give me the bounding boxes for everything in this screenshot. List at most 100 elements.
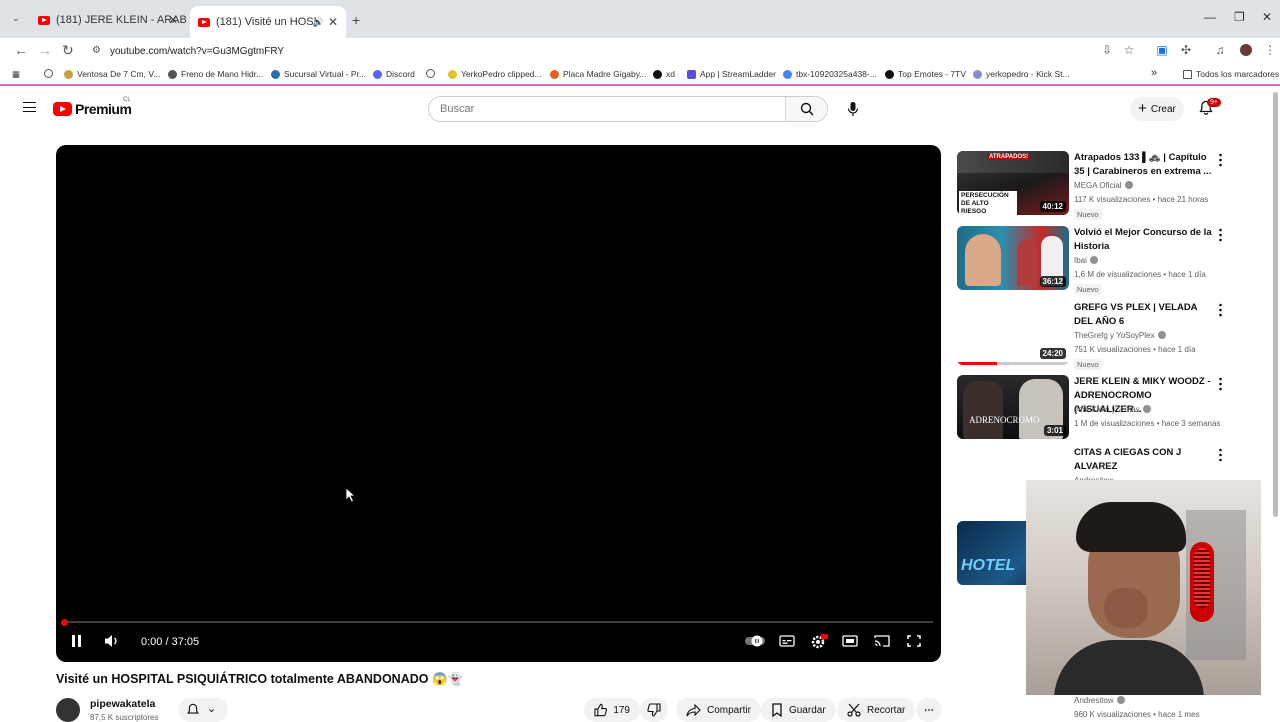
bookmark-item[interactable]: Placa Madre Gigaby... [550,69,646,79]
dislike-button[interactable] [640,698,668,722]
recommendation-channel[interactable]: Jere Klein y 2 más [1074,405,1151,414]
like-button[interactable]: 179 [584,698,640,722]
bookmark-globe-icon[interactable] [44,69,57,78]
page-scrollbar[interactable] [1273,92,1278,532]
notification-count-badge: 9+ [1207,98,1221,107]
profile-avatar-icon[interactable] [1240,44,1252,56]
bookmark-item[interactable]: Freno de Mano Hidr... [168,69,263,79]
more-actions-button[interactable]: ⋯ [916,698,942,722]
video-thumbnail[interactable]: 24:20 [957,301,1069,365]
apps-grid-icon[interactable]: ▦ [12,69,20,80]
new-tab-button[interactable]: + [352,12,360,28]
bookmark-globe-icon[interactable] [426,69,439,78]
youtube-logo-icon [53,102,72,116]
recommendation-item[interactable]: 36:12 Volvió el Mejor Concurso de la His… [957,226,1247,296]
progress-bar[interactable] [61,618,933,626]
search-input[interactable] [429,97,787,121]
channel-avatar[interactable] [56,698,80,722]
close-tab-icon[interactable]: ✕ [328,15,338,29]
recommendation-item[interactable]: 24:20 GREFG VS PLEX | VELADA DEL AÑO 6 T… [957,301,1247,371]
clip-button[interactable]: Recortar [837,698,916,722]
subscription-bell-button[interactable]: ⌄ [178,698,228,722]
theater-mode-icon[interactable] [842,634,858,648]
close-tab-icon[interactable]: ✕ [168,13,178,27]
bookmark-item[interactable]: tbx-10920325a438-... [783,69,877,79]
recommendation-title[interactable]: GREFG VS PLEX | VELADA DEL AÑO 6 [1074,301,1214,329]
mouse-cursor-icon [345,487,357,503]
forward-icon[interactable]: → [38,42,52,58]
recommendation-item[interactable]: CITAS A CIEGAS CON J ALVAREZ Andresitow [957,446,1247,485]
volume-icon[interactable] [104,634,120,648]
video-thumbnail[interactable]: ADRENOCROMO 3:01 [957,375,1069,439]
fullscreen-icon[interactable] [906,634,922,648]
new-badge: Nuevo [1074,359,1102,370]
browser-tab-2[interactable]: (181) Visité un HOSPITAL PS 🔊 ✕ [190,6,346,38]
install-app-icon[interactable]: ⇩ [1101,44,1113,56]
all-bookmarks-button[interactable]: Todos los marcadores [1183,69,1279,79]
media-control-icon[interactable]: ♫ [1214,44,1226,56]
recommendation-channel[interactable]: TheGrefg y YoSoyPlex [1074,331,1166,340]
site-info-icon[interactable]: ⚙ [92,45,101,56]
recommendation-meta: 751 K visualizaciones • hace 1 día [1074,345,1196,354]
recommendation-item[interactable]: ATRAPADOS! PERSECUCIÓN DE ALTO RIESGO 40… [957,151,1247,221]
more-vertical-icon[interactable] [1219,153,1222,167]
browser-tab-1[interactable]: (181) JERE KLEIN - ARABE (VISU ✕ [30,8,186,32]
menu-icon[interactable] [23,102,36,112]
more-vertical-icon[interactable] [1219,228,1222,242]
video-player[interactable]: 0:00 / 37:05 [56,145,941,662]
like-count: 179 [613,704,630,716]
verified-icon [1124,181,1133,189]
restore-icon[interactable]: ❐ [1234,10,1245,24]
voice-search-button[interactable] [840,96,866,122]
bookmark-item[interactable]: Sucursal Virtual - Pr... [271,69,366,79]
recommendation-meta: 1,6 M de visualizaciones • hace 1 día [1074,270,1206,279]
video-thumbnail[interactable]: 36:12 [957,226,1069,290]
back-icon[interactable]: ← [14,42,28,58]
reload-icon[interactable]: ↻ [62,42,74,59]
bookmark-item[interactable]: Discord [373,69,415,79]
recommendation-channel[interactable]: Ibai [1074,256,1098,265]
bookmark-item[interactable]: Top Emotes - 7TV [885,69,966,79]
browser-menu-icon[interactable]: ⋮ [1264,44,1276,56]
search-button[interactable] [785,97,827,121]
bookmark-star-icon[interactable]: ☆ [1123,44,1135,56]
bookmark-item[interactable]: YerkoPedro clipped... [448,69,542,79]
more-vertical-icon[interactable] [1219,448,1222,462]
bookmarks-overflow-button[interactable]: » [1151,67,1157,79]
progress-scrubber[interactable] [61,618,68,626]
channel-name[interactable]: pipewakatela [90,698,155,710]
cast-icon[interactable] [874,634,890,648]
settings-gear-icon[interactable] [810,634,828,650]
recommendation-item[interactable]: ADRENOCROMO 3:01 JERE KLEIN & MIKY WOODZ… [957,375,1247,441]
save-button[interactable]: Guardar [761,698,836,722]
autoplay-toggle-icon[interactable] [744,634,766,648]
video-duration: 3:01 [1043,425,1066,436]
bookmark-item[interactable]: yerkopedro - Kick St... [973,69,1070,79]
subtitles-icon[interactable] [779,634,795,648]
address-bar[interactable]: ⚙ youtube.com/watch?v=Gu3MGgtmFRY [86,40,1146,62]
bookmark-item[interactable]: App | StreamLadder [687,69,776,79]
scrollbar-thumb[interactable] [1273,92,1278,517]
recommendation-channel[interactable]: Andresitow [1074,696,1125,705]
share-button[interactable]: Compartir [676,698,761,722]
translate-icon[interactable]: ▣ [1156,44,1168,56]
youtube-premium-logo[interactable]: Premium CL [53,97,132,117]
video-thumbnail[interactable]: ATRAPADOS! PERSECUCIÓN DE ALTO RIESGO 40… [957,151,1069,215]
more-vertical-icon[interactable] [1219,377,1222,391]
audio-playing-icon[interactable]: 🔊 [313,17,324,28]
create-button[interactable]: + Crear [1130,97,1184,121]
close-window-icon[interactable]: ✕ [1262,10,1272,24]
recommendation-title[interactable]: CITAS A CIEGAS CON J ALVAREZ [1074,446,1214,474]
recommendation-title[interactable]: Atrapados 133 ▌🚓 | Capítulo 35 | Carabin… [1074,151,1214,179]
extensions-icon[interactable]: ✣ [1180,44,1192,56]
bookmark-item[interactable]: xd [653,69,675,79]
recommendation-title[interactable]: Volvió el Mejor Concurso de la Historia [1074,226,1214,254]
minimize-icon[interactable]: — [1204,10,1216,24]
pause-icon[interactable] [71,634,83,648]
recommendation-meta: 1 M de visualizaciones • hace 3 semanas [1074,419,1221,428]
recommendation-channel[interactable]: MEGA Oficial [1074,181,1133,190]
tab-search-icon[interactable]: ⌄ [12,13,20,24]
more-vertical-icon[interactable] [1219,303,1222,317]
bookmark-item[interactable]: Ventosa De 7 Cm, V... [64,69,160,79]
thumbs-up-icon [594,703,608,717]
